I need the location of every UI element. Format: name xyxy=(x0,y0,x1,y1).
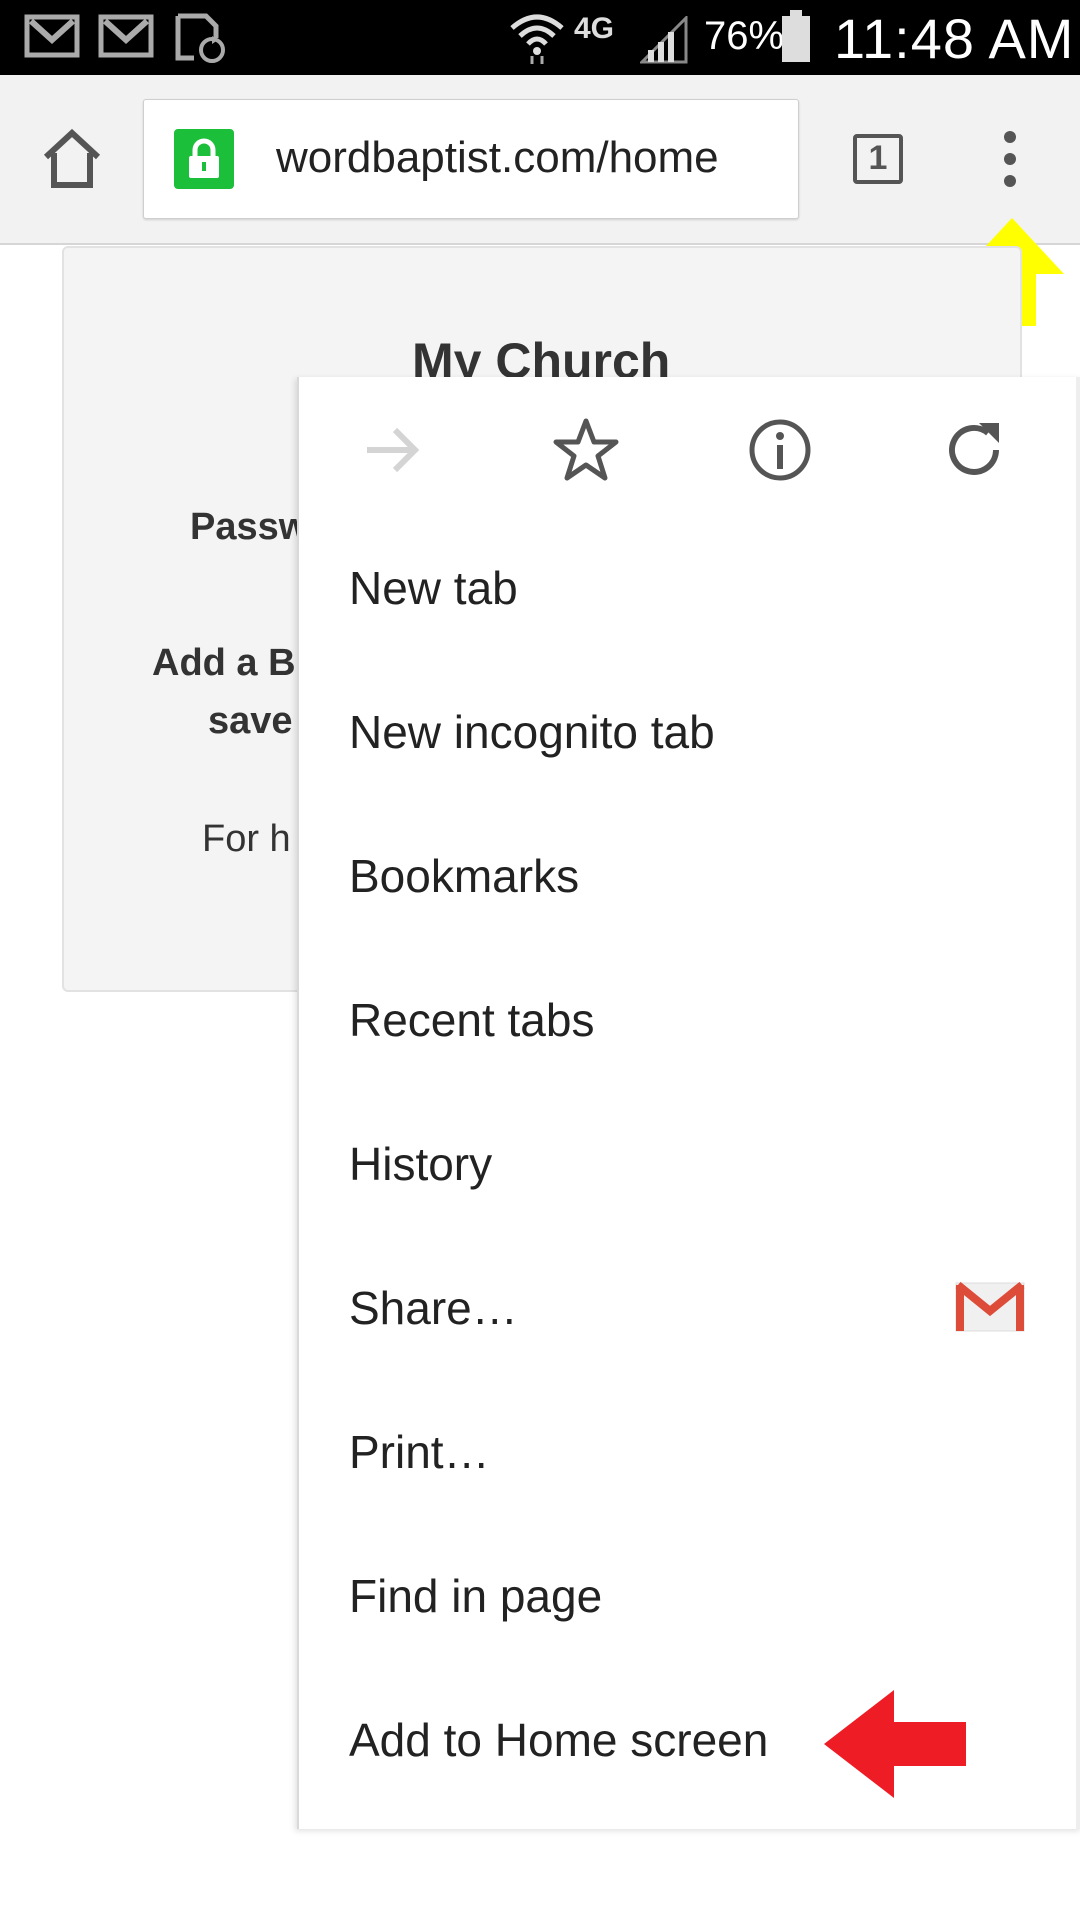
overflow-menu: New tab New incognito tab Bookmarks Rece… xyxy=(297,377,1080,1829)
address-bar[interactable]: wordbaptist.com/home xyxy=(143,99,799,219)
menu-item-label: History xyxy=(349,1138,493,1190)
menu-item-label: Find in page xyxy=(349,1570,603,1622)
sync-icon xyxy=(175,13,225,63)
battery-percent: 76% xyxy=(704,14,785,58)
menu-item-label: Share… xyxy=(349,1282,518,1334)
gmail-icon xyxy=(98,14,154,58)
gmail-share-icon[interactable] xyxy=(954,1279,1026,1335)
menu-item-recent-tabs[interactable]: Recent tabs xyxy=(299,949,1080,1093)
battery-icon xyxy=(782,10,810,62)
page-text: Add a B xyxy=(152,642,296,684)
menu-item-new-tab[interactable]: New tab xyxy=(299,517,1080,661)
clock: 11:48 AM xyxy=(834,7,1075,70)
page-text: save xyxy=(208,700,293,742)
dot xyxy=(1004,175,1016,187)
browser-toolbar: wordbaptist.com/home 1 xyxy=(0,75,1080,245)
menu-item-label: New incognito tab xyxy=(349,706,715,758)
page-text: Passw xyxy=(190,506,309,548)
tab-switcher-button[interactable]: 1 xyxy=(853,134,909,190)
home-icon[interactable] xyxy=(40,127,104,191)
forward-icon[interactable] xyxy=(357,415,427,485)
menu-item-label: Print… xyxy=(349,1426,490,1478)
bookmark-star-icon[interactable] xyxy=(551,415,621,485)
secure-lock-icon[interactable] xyxy=(174,129,234,189)
menu-item-label: Recent tabs xyxy=(349,994,595,1046)
menu-item-label: Add to Home screen xyxy=(349,1714,769,1766)
dot xyxy=(1004,131,1016,143)
page-text: For h xyxy=(202,818,291,860)
menu-item-label: New tab xyxy=(349,562,518,614)
dot xyxy=(1004,153,1016,165)
gmail-icon xyxy=(24,14,80,58)
menu-item-history[interactable]: History xyxy=(299,1093,1080,1237)
signal-icon xyxy=(640,16,688,64)
wifi-icon xyxy=(510,14,564,64)
menu-item-new-incognito-tab[interactable]: New incognito tab xyxy=(299,661,1080,805)
reload-icon[interactable] xyxy=(939,415,1009,485)
url-text[interactable]: wordbaptist.com/home xyxy=(276,133,719,183)
4g-lte-icon: 4G xyxy=(574,12,615,45)
overflow-menu-button[interactable] xyxy=(990,131,1030,195)
menu-item-bookmarks[interactable]: Bookmarks xyxy=(299,805,1080,949)
menu-item-print[interactable]: Print… xyxy=(299,1381,1080,1525)
menu-item-label: Bookmarks xyxy=(349,850,580,902)
menu-item-find-in-page[interactable]: Find in page xyxy=(299,1525,1080,1669)
tab-count: 1 xyxy=(868,139,888,177)
info-icon[interactable] xyxy=(745,415,815,485)
menu-item-share[interactable]: Share… xyxy=(299,1237,1080,1381)
red-left-arrow-annotation xyxy=(824,1690,966,1798)
status-bar: 4G 76% 11:48 AM xyxy=(0,0,1080,75)
